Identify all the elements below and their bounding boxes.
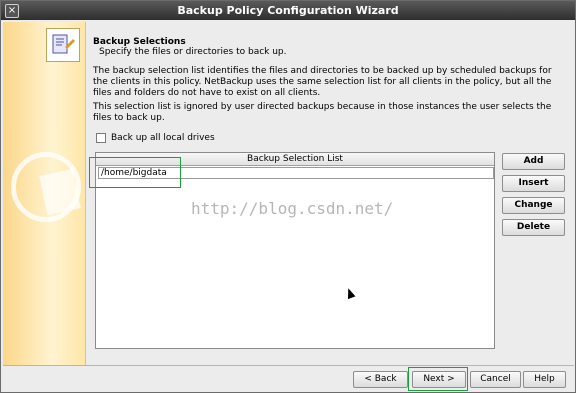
page-subtitle: Specify the files or directories to back… — [99, 47, 287, 57]
footer-divider — [3, 365, 574, 366]
change-button[interactable]: Change — [502, 197, 565, 214]
title-bar: × Backup Policy Configuration Wizard — [1, 1, 575, 20]
checkbox-label: Back up all local drives — [111, 133, 215, 143]
wizard-content: Backup Selections Specify the files or d… — [86, 22, 574, 365]
wizard-side-panel — [3, 22, 86, 365]
backup-wizard-icon — [46, 28, 80, 62]
backup-all-drives-checkbox[interactable] — [96, 133, 106, 143]
highlight-annotation — [89, 157, 181, 188]
wizard-window: × Backup Policy Configuration Wizard Bac… — [0, 0, 576, 393]
window-title: Backup Policy Configuration Wizard — [177, 4, 399, 17]
next-highlight-annotation — [408, 367, 468, 391]
back-button[interactable]: < Back — [353, 371, 408, 388]
help-button[interactable]: Help — [523, 371, 566, 388]
insert-button[interactable]: Insert — [502, 175, 565, 192]
watermark-text: http://blog.csdn.net/ — [191, 199, 394, 218]
add-button[interactable]: Add — [502, 153, 565, 170]
page-title: Backup Selections — [93, 37, 186, 47]
description-paragraph: The backup selection list identifies the… — [93, 66, 552, 98]
delete-button[interactable]: Delete — [502, 219, 565, 236]
cancel-button[interactable]: Cancel — [470, 371, 521, 388]
note-paragraph: This selection list is ignored by user d… — [93, 102, 552, 123]
backup-all-drives-option[interactable]: Back up all local drives — [96, 133, 215, 143]
